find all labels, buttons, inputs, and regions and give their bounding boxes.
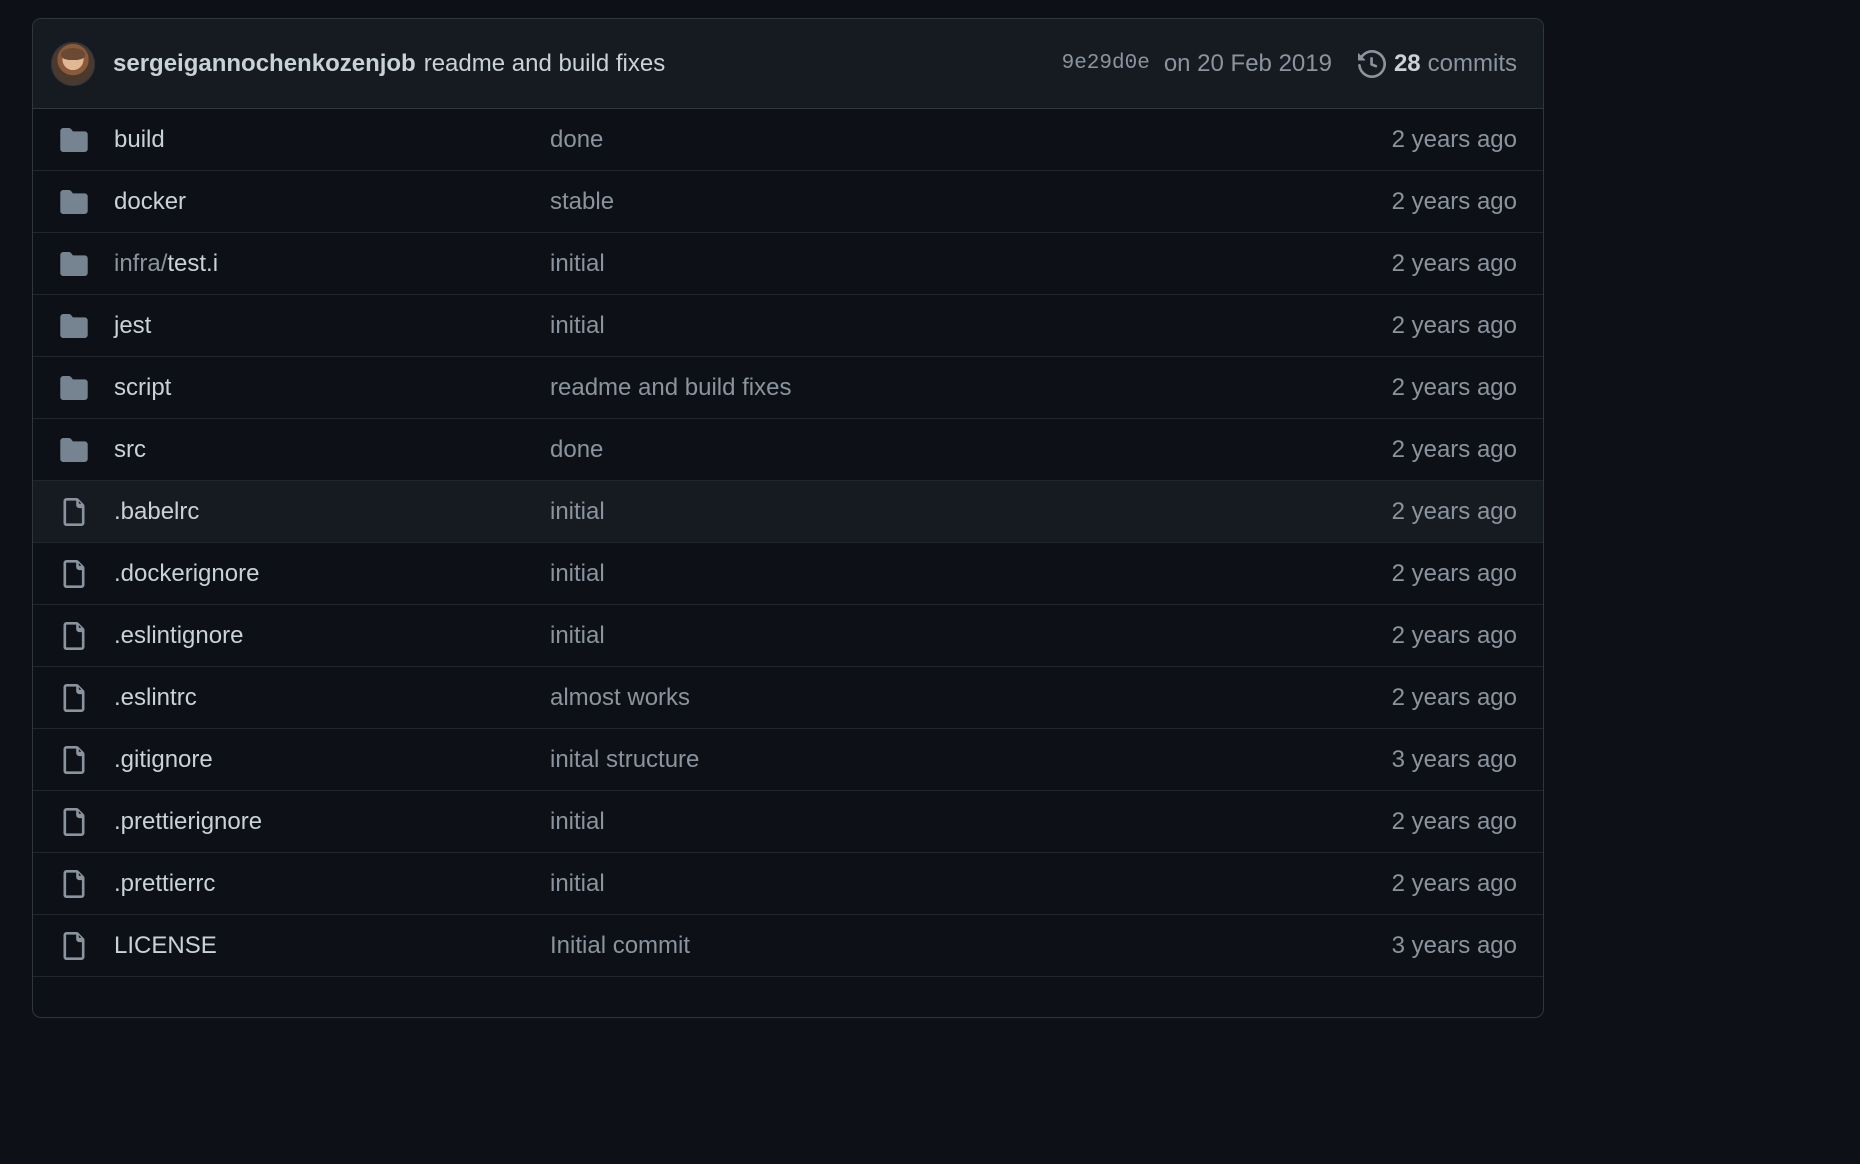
commit-author-link[interactable]: sergeigannochenkozenjob <box>113 50 416 78</box>
file-name-link[interactable]: docker <box>114 188 550 216</box>
file-name-text: .dockerignore <box>114 559 260 587</box>
file-row[interactable]: .gitignore inital structure 3 years ago <box>33 729 1543 791</box>
file-commit-message-link[interactable]: initial <box>550 498 1392 526</box>
file-name-link[interactable]: infra/test.i <box>114 250 550 278</box>
file-commit-message-link[interactable]: initial <box>550 808 1392 836</box>
file-commit-age: 2 years ago <box>1391 249 1517 277</box>
file-name-text: docker <box>114 187 187 215</box>
file-row[interactable]: script readme and build fixes 2 years ago <box>33 357 1543 419</box>
file-icon <box>59 621 89 651</box>
file-commit-age: 2 years ago <box>1391 125 1517 153</box>
file-commit-age: 3 years ago <box>1391 931 1517 959</box>
file-icon <box>59 931 89 961</box>
file-commit-message-link[interactable]: initial <box>550 560 1392 588</box>
file-name-link[interactable]: LICENSE <box>114 932 550 960</box>
file-name-link[interactable]: src <box>114 436 550 464</box>
file-name-text: .prettierrc <box>114 869 216 897</box>
latest-commit-bar: sergeigannochenkozenjob readme and build… <box>33 19 1543 109</box>
file-icon <box>59 745 89 775</box>
file-name-link[interactable]: .gitignore <box>114 746 550 774</box>
file-name-link[interactable]: .babelrc <box>114 498 550 526</box>
file-commit-age: 3 years ago <box>1391 745 1517 773</box>
file-name-text: .prettierignore <box>114 807 263 835</box>
file-commit-age: 2 years ago <box>1391 311 1517 339</box>
file-name-link[interactable]: .prettierignore <box>114 808 550 836</box>
commits-history-link[interactable]: 28 commits <box>1357 49 1517 78</box>
file-row[interactable]: .dockerignore initial 2 years ago <box>33 543 1543 605</box>
folder-icon <box>59 373 89 403</box>
avatar[interactable] <box>51 41 95 86</box>
file-name-text: .babelrc <box>114 497 200 525</box>
file-icon <box>59 683 89 713</box>
file-name-text: LICENSE <box>114 931 217 959</box>
file-icon <box>59 497 89 527</box>
file-row[interactable]: src done 2 years ago <box>33 419 1543 481</box>
file-commit-age: 2 years ago <box>1391 187 1517 215</box>
folder-icon <box>59 187 89 217</box>
commit-sha-link[interactable]: 9e29d0e <box>1062 52 1150 75</box>
file-name-link[interactable]: jest <box>114 312 550 340</box>
file-commit-message-link[interactable]: inital structure <box>550 746 1392 774</box>
folder-icon <box>59 249 89 279</box>
file-commit-message-link[interactable]: initial <box>550 870 1392 898</box>
file-commit-message-link[interactable]: readme and build fixes <box>550 374 1392 402</box>
file-row[interactable]: .prettierrc initial 2 years ago <box>33 853 1543 915</box>
file-name-text: jest <box>114 311 152 339</box>
file-name-link[interactable]: .dockerignore <box>114 560 550 588</box>
file-row[interactable]: jest initial 2 years ago <box>33 295 1543 357</box>
commits-label: commits <box>1427 49 1517 77</box>
file-commit-age: 2 years ago <box>1391 559 1517 587</box>
file-icon <box>59 807 89 837</box>
file-commit-message-link[interactable]: done <box>550 436 1392 464</box>
file-row[interactable]: .prettierignore initial 2 years ago <box>33 791 1543 853</box>
file-commit-message-link[interactable]: Initial commit <box>550 932 1392 960</box>
file-name-text: .eslintignore <box>114 621 244 649</box>
file-commit-age: 2 years ago <box>1391 373 1517 401</box>
file-icon <box>59 869 89 899</box>
file-row[interactable]: .babelrc initial 2 years ago <box>33 481 1543 543</box>
file-commit-message-link[interactable]: almost works <box>550 684 1392 712</box>
file-name-link[interactable]: build <box>114 126 550 154</box>
file-name-text: test.i <box>167 249 219 277</box>
file-name-text: src <box>114 435 146 463</box>
commit-message-link[interactable]: readme and build fixes <box>424 50 665 78</box>
history-icon <box>1357 49 1386 78</box>
file-commit-message-link[interactable]: initial <box>550 622 1392 650</box>
file-name-prefix: infra/ <box>114 249 168 277</box>
file-row[interactable]: infra/test.i initial 2 years ago <box>33 233 1543 295</box>
file-name-link[interactable]: .eslintignore <box>114 622 550 650</box>
file-list-box: sergeigannochenkozenjob readme and build… <box>32 18 1544 1018</box>
file-row[interactable]: .eslintrc almost works 2 years ago <box>33 667 1543 729</box>
file-commit-age: 2 years ago <box>1391 497 1517 525</box>
file-commit-message-link[interactable]: initial <box>550 250 1392 278</box>
file-commit-message-link[interactable]: done <box>550 126 1392 154</box>
file-name-text: .gitignore <box>114 745 213 773</box>
file-name-link[interactable]: .prettierrc <box>114 870 550 898</box>
file-row[interactable]: LICENSE Initial commit 3 years ago <box>33 915 1543 977</box>
file-commit-age: 2 years ago <box>1391 621 1517 649</box>
file-name-text: .eslintrc <box>114 683 197 711</box>
file-row[interactable]: build done 2 years ago <box>33 109 1543 171</box>
file-row[interactable]: docker stable 2 years ago <box>33 171 1543 233</box>
file-rows: build done 2 years ago docker stable 2 years … <box>33 109 1543 977</box>
file-commit-age: 2 years ago <box>1391 683 1517 711</box>
folder-icon <box>59 125 89 155</box>
folder-icon <box>59 435 89 465</box>
file-name-link[interactable]: .eslintrc <box>114 684 550 712</box>
commit-date: on 20 Feb 2019 <box>1163 49 1332 77</box>
file-commit-age: 2 years ago <box>1391 869 1517 897</box>
file-commit-message-link[interactable]: initial <box>550 312 1392 340</box>
file-name-link[interactable]: script <box>114 374 550 402</box>
file-icon <box>59 559 89 589</box>
file-row[interactable]: .eslintignore initial 2 years ago <box>33 605 1543 667</box>
commit-count: 28 <box>1393 49 1421 77</box>
file-name-text: build <box>114 125 165 153</box>
file-name-text: script <box>114 373 172 401</box>
file-commit-age: 2 years ago <box>1391 807 1517 835</box>
folder-icon <box>59 311 89 341</box>
file-commit-age: 2 years ago <box>1391 435 1517 463</box>
file-commit-message-link[interactable]: stable <box>550 188 1392 216</box>
